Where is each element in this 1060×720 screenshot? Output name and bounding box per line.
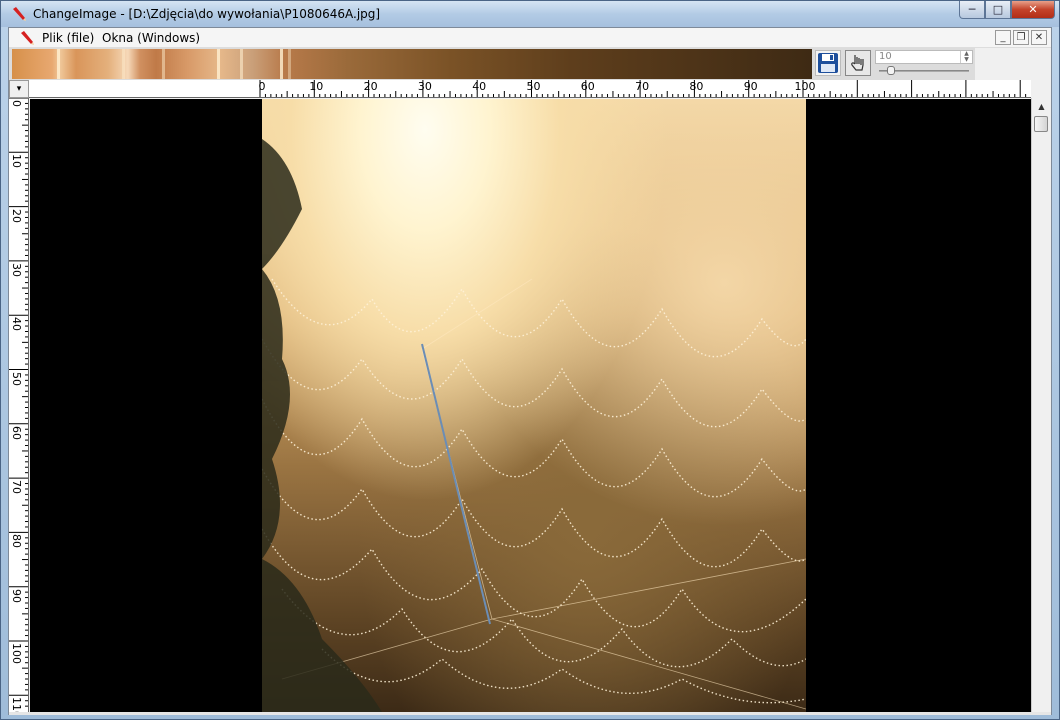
ruler-v-label: 110	[10, 697, 23, 712]
ruler-h-label: 100	[794, 80, 816, 93]
ruler-v-label: 80	[10, 534, 23, 549]
ruler-v-label: 90	[10, 588, 23, 603]
child-window-controls: _ ❐ ✕	[995, 30, 1047, 45]
ruler-unit-dropdown[interactable]: ▾	[9, 80, 29, 98]
blue-mask-stroke	[421, 343, 491, 625]
save-button[interactable]	[815, 50, 841, 76]
ruler-v-label: 10	[10, 154, 23, 169]
slider-thumb[interactable]	[887, 66, 896, 75]
app-pencil-icon	[13, 7, 26, 21]
color-palette-strip[interactable]	[12, 49, 812, 79]
ruler-v-label: 20	[10, 208, 23, 223]
ruler-h-label: 40	[472, 80, 487, 93]
close-button[interactable]: ✕	[1011, 1, 1055, 19]
image-canvas[interactable]	[30, 99, 1031, 712]
ruler-h-label: 50	[526, 80, 541, 93]
menu-item-windows[interactable]: Okna (Windows)	[102, 31, 200, 45]
menu-item-file[interactable]: Plik (file)	[42, 31, 94, 45]
app-window: ChangeImage - [D:\Zdjęcia\do wywołania\P…	[0, 0, 1060, 720]
spin-arrows-icon[interactable]: ▲ ▼	[960, 51, 972, 63]
ruler-v-label: 100	[10, 643, 23, 664]
mdi-client: Plik (file) Okna (Windows) _ ❐ ✕ 10 ▲ ▼ …	[8, 27, 1052, 715]
ruler-h-label: 80	[689, 80, 704, 93]
ruler-v-label: 50	[10, 371, 23, 386]
horizontal-ruler: 0 10 20 30 40 50 60 70 80 90 100	[29, 80, 1031, 98]
window-controls: ─ □ ✕	[959, 1, 1055, 19]
ruler-h-label: 90	[743, 80, 758, 93]
toolbar: 10 ▲ ▼	[9, 48, 1051, 80]
ruler-v-label: 0	[10, 100, 23, 107]
child-close-button[interactable]: ✕	[1031, 30, 1047, 45]
spiderweb-drawing	[262, 139, 806, 712]
title-bar[interactable]: ChangeImage - [D:\Zdjęcia\do wywołania\P…	[1, 1, 1059, 27]
vertical-ruler: 0 10 20 30 40 50 60 70 80 90 100 110	[9, 98, 29, 712]
photo-spiderweb[interactable]	[262, 99, 806, 712]
ruler-v-label: 30	[10, 262, 23, 277]
pan-tool-button[interactable]	[845, 50, 871, 76]
child-restore-button[interactable]: ❐	[1013, 30, 1029, 45]
menu-bar: Plik (file) Okna (Windows) _ ❐ ✕	[9, 28, 1051, 48]
ruler-h-label: 0	[258, 80, 266, 93]
child-minimize-button[interactable]: _	[995, 30, 1011, 45]
minimize-button[interactable]: ─	[959, 1, 985, 19]
ruler-v-label: 40	[10, 317, 23, 332]
ruler-v-label: 60	[10, 425, 23, 440]
maximize-button[interactable]: □	[985, 1, 1011, 19]
tolerance-slider[interactable]	[875, 66, 973, 76]
toolbar-empty-area	[975, 48, 1051, 80]
chevron-down-icon: ▾	[16, 84, 22, 94]
ruler-h-label: 10	[309, 80, 324, 93]
ruler-h-label: 60	[580, 80, 595, 93]
spin-value: 10	[879, 51, 892, 62]
ruler-v-label: 70	[10, 480, 23, 495]
tolerance-spinbox[interactable]: 10 ▲ ▼	[875, 50, 973, 64]
floppy-disk-icon	[818, 53, 838, 73]
document-pencil-icon[interactable]	[19, 30, 35, 46]
ruler-h-label: 20	[363, 80, 378, 93]
ruler-h-label: 30	[417, 80, 432, 93]
vertical-ruler-ticks	[9, 98, 28, 707]
ruler-h-label: 70	[635, 80, 650, 93]
scroll-thumb[interactable]	[1034, 116, 1048, 132]
vertical-scrollbar[interactable]: ▲	[1031, 98, 1051, 712]
bottom-edge	[9, 712, 1051, 715]
scroll-up-icon[interactable]: ▲	[1032, 98, 1051, 115]
hand-pointer-icon	[851, 55, 864, 71]
window-title: ChangeImage - [D:\Zdjęcia\do wywołania\P…	[33, 7, 381, 21]
